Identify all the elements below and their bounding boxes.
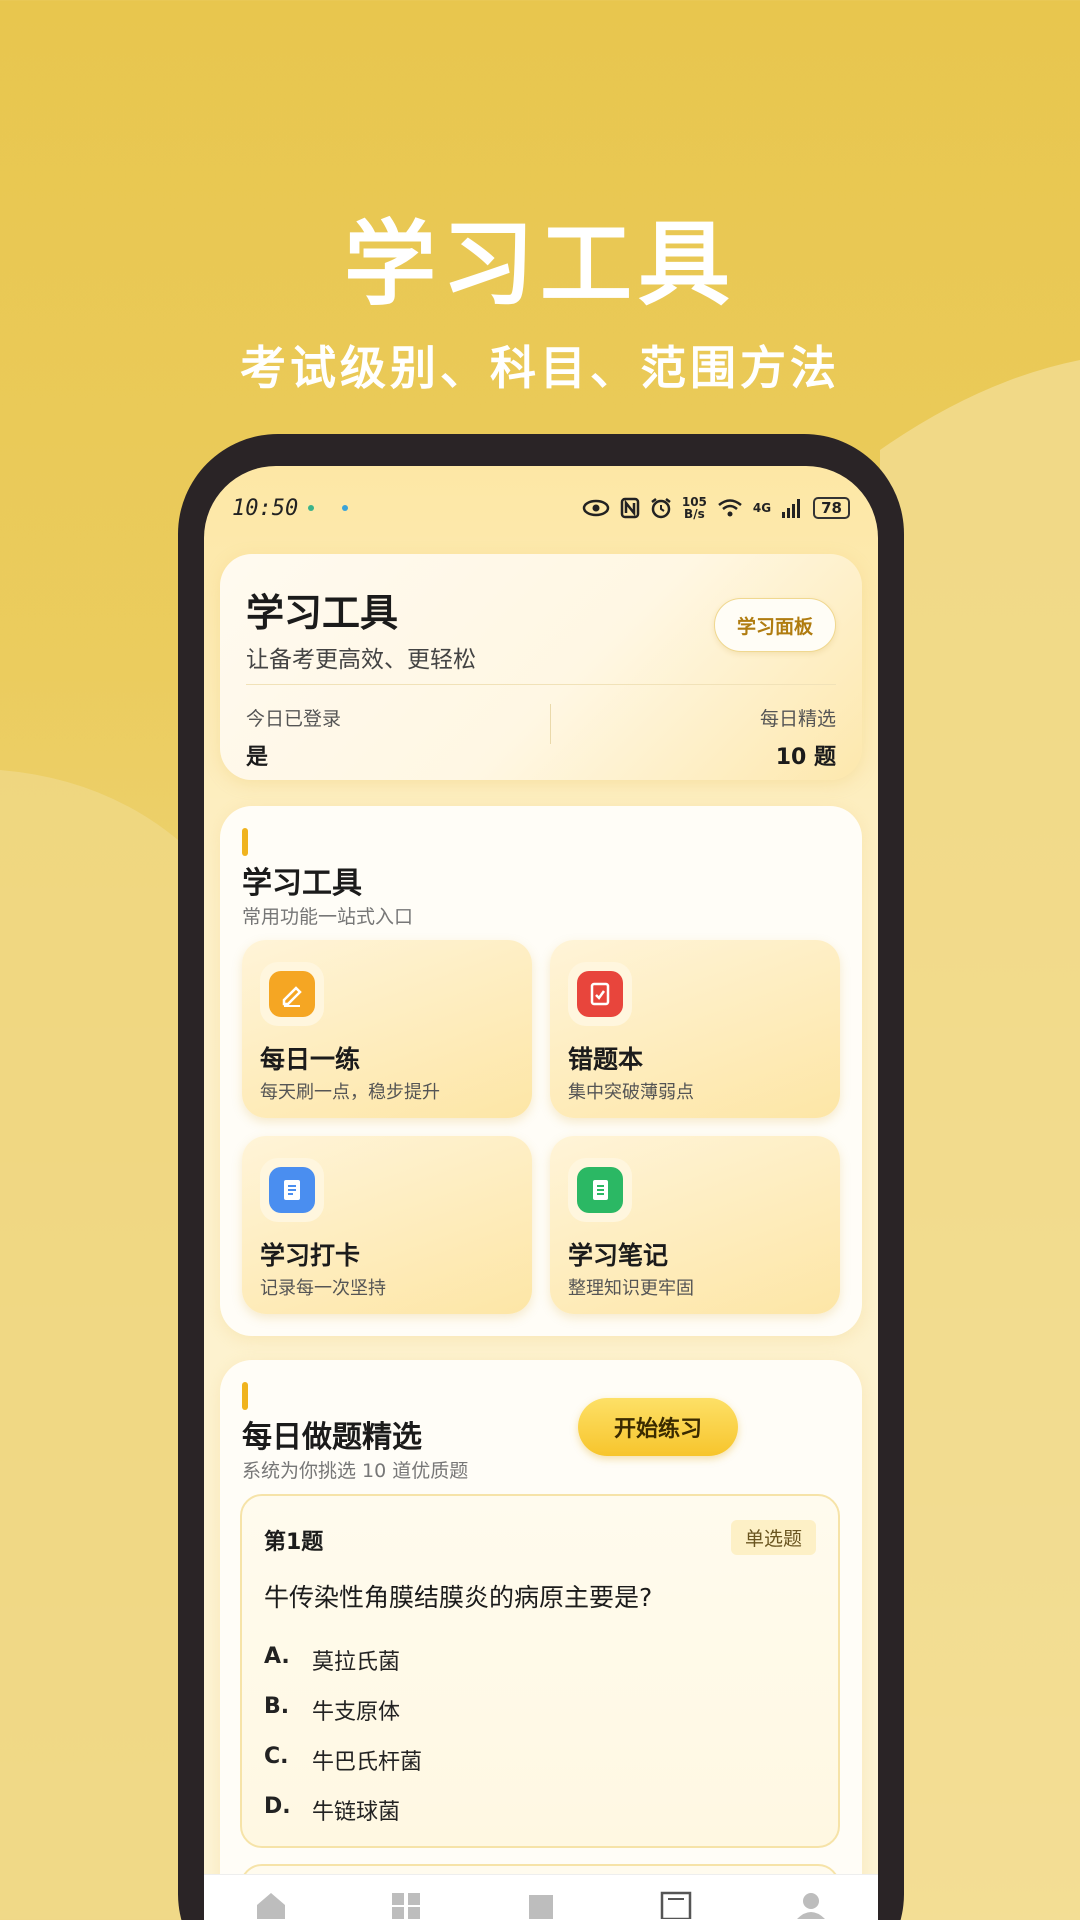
header-title: 学习工具 (246, 591, 399, 635)
option-key: B. (264, 1694, 290, 1719)
question-option[interactable]: D. 牛链球菌 (264, 1794, 400, 1826)
daily-pick-stat: 每日精选 10 题 (760, 704, 836, 771)
option-text: 牛支原体 (312, 1700, 401, 1725)
option-text: 牛链球菌 (312, 1800, 401, 1825)
question-type-badge: 单选题 (730, 1520, 816, 1555)
header-card: 学习工具 让备考更高效、更轻松 学习面板 今日已登录 是 每日精选 10 题 (220, 554, 862, 780)
option-text: 莫拉氏菌 (312, 1650, 401, 1675)
tab-book[interactable] (521, 1889, 561, 1920)
promo-subtitle: 考试级别、科目、范围方法 (240, 341, 840, 395)
login-stat-value: 是 (246, 745, 269, 770)
divider (246, 684, 836, 685)
option-key: C. (264, 1744, 289, 1769)
question-option[interactable]: C. 牛巴氏杆菌 (264, 1744, 422, 1776)
tab-profile[interactable] (791, 1889, 831, 1920)
tool-tile-daily-practice[interactable]: 每日一练 每天刷一点，稳步提升 (242, 940, 532, 1118)
wifi-icon (718, 499, 742, 517)
grid-icon (392, 1893, 421, 1919)
profile-icon (796, 1893, 825, 1919)
option-text: 牛巴氏杆菌 (312, 1750, 423, 1775)
network-type: 4G (752, 501, 772, 515)
section-accent-bar (242, 828, 248, 856)
start-practice-button[interactable]: 开始练习 (578, 1398, 738, 1456)
book-icon (528, 1895, 553, 1919)
login-stat: 今日已登录 是 (246, 704, 341, 771)
question-option[interactable]: B. 牛支原体 (264, 1694, 400, 1726)
battery-indicator: 78 (813, 497, 850, 519)
phone-screen: 10:50 105 B/s 4G 78 学习工具 让备考更高效、更轻松 学习面板… (204, 466, 878, 1920)
status-bar: 10:50 105 B/s 4G 78 (232, 488, 850, 528)
tool-tile-desc: 集中突破薄弱点 (568, 1082, 694, 1103)
question-card[interactable]: 第1题 单选题 牛传染性角膜结膜炎的病原主要是? A. 莫拉氏菌 B. 牛支原体… (240, 1494, 840, 1848)
bottom-tab-bar (204, 1874, 878, 1920)
daily-pick-value: 10 题 (775, 745, 836, 770)
daily-pick-label: 每日精选 (759, 708, 836, 730)
tool-tile-title: 错题本 (568, 1045, 644, 1074)
network-speed-unit: B/s (684, 507, 705, 521)
promo-title: 学习工具 (343, 211, 736, 318)
question-number: 第1题 (264, 1530, 324, 1555)
tool-tile-title: 学习笔记 (568, 1241, 669, 1270)
tab-home[interactable] (251, 1889, 291, 1920)
question-option[interactable]: A. 莫拉氏菌 (264, 1644, 400, 1676)
tool-tile-desc: 每天刷一点，稳步提升 (260, 1082, 440, 1103)
signal-icon (782, 499, 801, 518)
daily-section-title: 每日做题精选 (242, 1420, 422, 1455)
tool-tile-title: 每日一练 (260, 1045, 361, 1074)
error-book-icon (577, 971, 623, 1017)
nfc-icon (620, 497, 640, 519)
notes-icon (577, 1167, 623, 1213)
option-key: A. (264, 1644, 290, 1669)
section-accent-bar (242, 1382, 248, 1410)
tools-section: 学习工具 常用功能一站式入口 每日一练 每天刷一点，稳步提升 错题本 集中突破薄… (220, 806, 862, 1336)
tool-tile-desc: 整理知识更牢固 (568, 1278, 694, 1299)
pencil-icon (269, 971, 315, 1017)
alarm-icon (651, 498, 671, 519)
daily-section-subtitle: 系统为你挑选 10 道优质题 (242, 1460, 469, 1482)
network-speed: 105 B/s (682, 496, 707, 520)
tool-tile-error-book[interactable]: 错题本 集中突破薄弱点 (550, 940, 840, 1118)
tab-apps[interactable] (386, 1889, 426, 1920)
notification-dot-icon (308, 505, 315, 511)
tool-tile-notes[interactable]: 学习笔记 整理知识更牢固 (550, 1136, 840, 1314)
option-key: D. (264, 1794, 291, 1819)
tool-tile-title: 学习打卡 (260, 1241, 361, 1270)
daily-practice-section: 每日做题精选 系统为你挑选 10 道优质题 开始练习 第1题 单选题 牛传染性角… (220, 1360, 862, 1920)
tool-tile-desc: 记录每一次坚持 (260, 1278, 386, 1299)
library-icon (660, 1891, 692, 1919)
login-stat-label: 今日已登录 (246, 708, 342, 730)
tab-library[interactable] (656, 1889, 696, 1920)
tools-section-subtitle: 常用功能一站式入口 (242, 906, 414, 928)
tools-section-title: 学习工具 (242, 866, 362, 901)
study-panel-button[interactable]: 学习面板 (714, 598, 836, 652)
question-text: 牛传染性角膜结膜炎的病原主要是? (264, 1583, 653, 1612)
checkin-icon (269, 1167, 315, 1213)
header-subtitle: 让备考更高效、更轻松 (246, 647, 476, 673)
notification-dot-icon (342, 505, 349, 511)
divider (550, 704, 551, 744)
home-icon (257, 1893, 286, 1919)
eye-icon (582, 499, 610, 517)
tool-tile-checkin[interactable]: 学习打卡 记录每一次坚持 (242, 1136, 532, 1314)
status-time: 10:50 (232, 495, 299, 521)
